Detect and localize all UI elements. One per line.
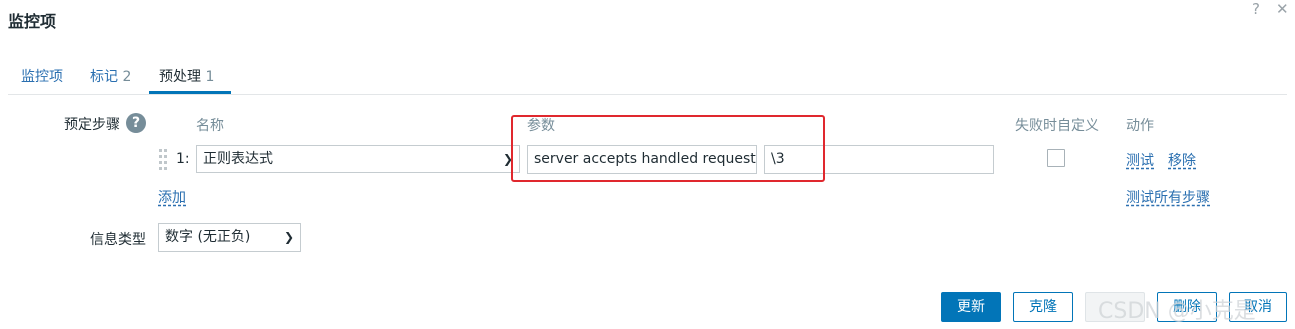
tab-item[interactable]: 监控项 (21, 66, 63, 86)
tab-label: 标记 (90, 69, 118, 85)
close-icon[interactable]: ✕ (1276, 0, 1289, 18)
tab-preprocessing[interactable]: 预处理 1 (159, 66, 214, 86)
preprocessing-steps-label: 预定步骤 (64, 117, 120, 133)
column-header-custom-on-fail: 失败时自定义 (1015, 118, 1099, 134)
test-step-link[interactable]: 测试 (1126, 150, 1154, 170)
remove-step-link[interactable]: 移除 (1168, 150, 1196, 170)
add-step-link[interactable]: 添加 (158, 187, 186, 207)
info-type-value: 数字 (无正负) (165, 229, 251, 245)
drag-handle-icon[interactable] (159, 147, 169, 173)
info-type-label: 信息类型 (90, 232, 146, 248)
step-index: 1: (176, 151, 190, 167)
custom-on-fail-checkbox[interactable] (1047, 149, 1065, 167)
column-header-actions: 动作 (1126, 118, 1154, 134)
clone-button[interactable]: 克隆 (1013, 292, 1073, 322)
highlight-annotation-box (511, 115, 825, 182)
chevron-down-icon: ❯ (283, 230, 294, 244)
step-type-select[interactable]: 正则表达式 ❯ (196, 145, 520, 173)
tab-count: 1 (205, 69, 215, 85)
help-icon[interactable]: ? (126, 113, 146, 133)
tab-tags[interactable]: 标记 2 (90, 66, 131, 86)
tab-label: 预处理 (159, 69, 201, 85)
test-all-steps-link[interactable]: 测试所有步骤 (1126, 187, 1210, 207)
tab-label: 监控项 (21, 69, 63, 85)
tab-count: 2 (122, 69, 132, 85)
update-button[interactable]: 更新 (941, 292, 1001, 322)
active-tab-indicator (149, 91, 231, 94)
info-type-select[interactable]: 数字 (无正负) ❯ (158, 223, 301, 252)
help-icon[interactable]: ? (1252, 0, 1260, 18)
column-header-name: 名称 (196, 118, 224, 134)
watermark: CSDN @小克是 (1098, 299, 1256, 324)
tabs-divider (8, 94, 1287, 95)
step-type-value: 正则表达式 (203, 151, 273, 167)
dialog-title: 监控项 (8, 12, 57, 31)
